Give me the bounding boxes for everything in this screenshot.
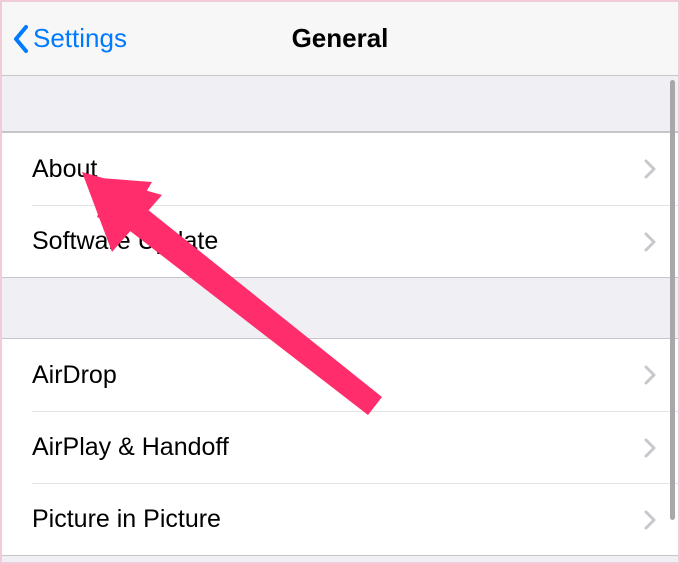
- section-spacer: [2, 76, 678, 132]
- scroll-indicator[interactable]: [670, 80, 675, 520]
- row-label: AirPlay & Handoff: [32, 433, 229, 462]
- row-label: About: [32, 155, 97, 184]
- back-label: Settings: [33, 23, 127, 54]
- chevron-right-icon: [644, 232, 656, 252]
- chevron-right-icon: [644, 438, 656, 458]
- navbar: Settings General: [2, 2, 678, 76]
- row-label: Software Update: [32, 227, 218, 256]
- settings-group-1: About Software Update: [2, 132, 678, 278]
- row-airdrop[interactable]: AirDrop: [2, 339, 678, 411]
- chevron-left-icon: [12, 24, 29, 54]
- back-button[interactable]: Settings: [12, 23, 127, 54]
- chevron-right-icon: [644, 510, 656, 530]
- row-airplay-handoff[interactable]: AirPlay & Handoff: [32, 411, 678, 483]
- chevron-right-icon: [644, 365, 656, 385]
- row-software-update[interactable]: Software Update: [32, 205, 678, 277]
- chevron-right-icon: [644, 159, 656, 179]
- section-gap: [2, 278, 678, 338]
- row-picture-in-picture[interactable]: Picture in Picture: [32, 483, 678, 555]
- row-about[interactable]: About: [2, 133, 678, 205]
- row-label: Picture in Picture: [32, 505, 221, 534]
- settings-group-2: AirDrop AirPlay & Handoff Picture in Pic…: [2, 338, 678, 556]
- row-label: AirDrop: [32, 361, 117, 390]
